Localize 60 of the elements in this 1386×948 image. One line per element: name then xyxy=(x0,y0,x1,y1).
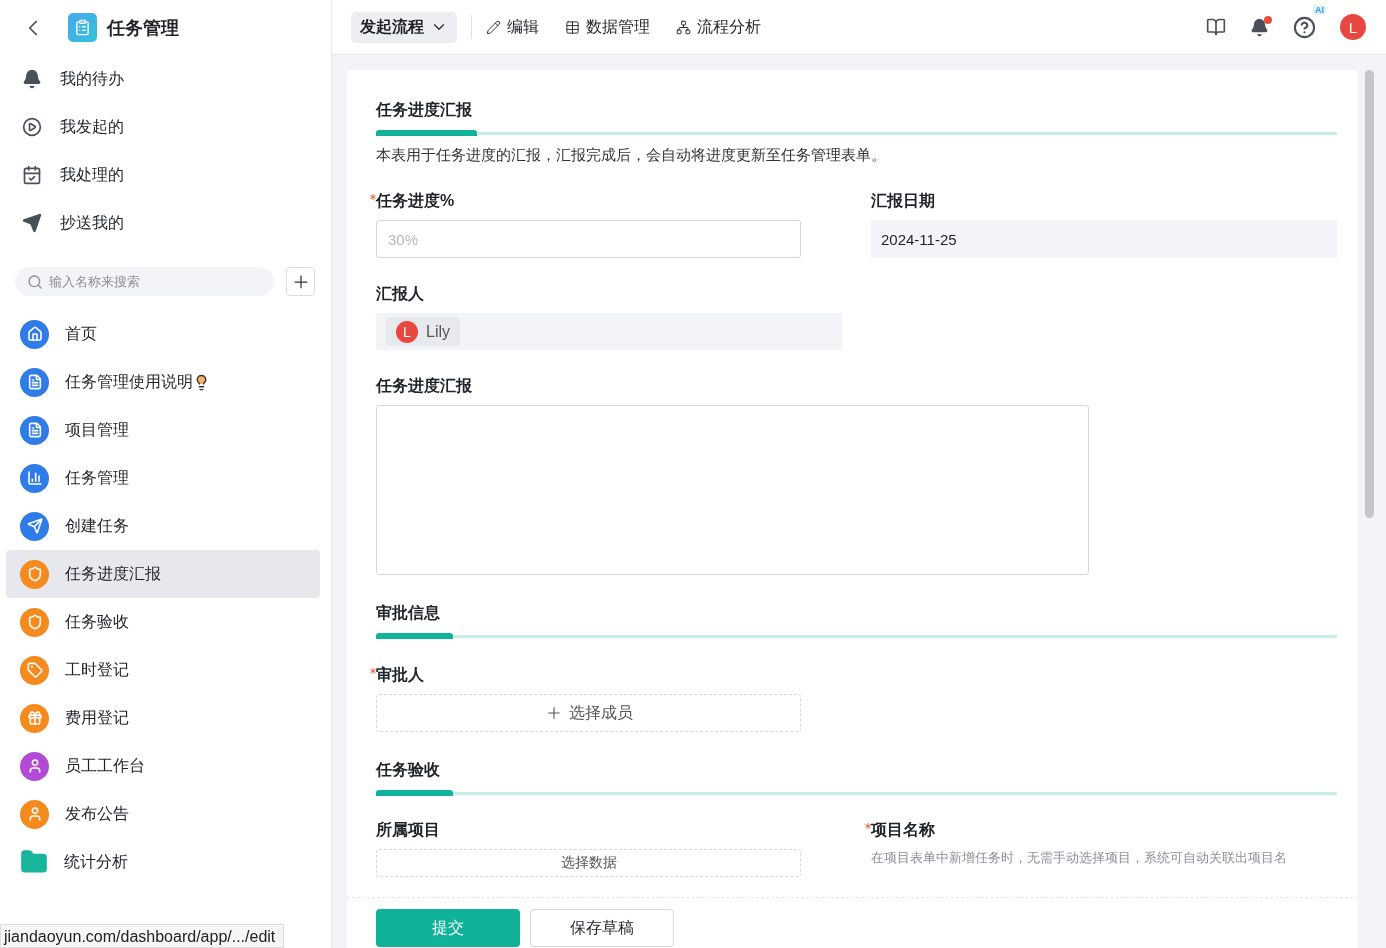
paper-plane-icon xyxy=(22,213,42,233)
field-label: 项目名称 xyxy=(865,820,1337,841)
select-member-button[interactable]: 选择成员 xyxy=(376,694,801,732)
field-label: 审批人 xyxy=(370,665,801,686)
nav-item[interactable]: 项目管理 xyxy=(6,406,320,454)
nav-item[interactable]: 任务验收 xyxy=(6,598,320,646)
nav-item[interactable]: 费用登记 xyxy=(6,694,320,742)
toolbar-button[interactable]: 流程分析 xyxy=(676,16,761,38)
add-button[interactable] xyxy=(286,267,315,296)
ai-badge: AI xyxy=(1313,4,1326,15)
required-icon xyxy=(865,823,871,829)
search-icon xyxy=(27,273,43,290)
help-icon[interactable] xyxy=(1293,15,1316,39)
form-description: 本表用于任务进度的汇报，汇报完成后，会自动将进度更新至任务管理表单。 xyxy=(376,146,887,165)
field-label: 任务进度汇报 xyxy=(376,376,473,396)
nav-item[interactable]: 创建任务 xyxy=(6,502,320,550)
field-label: 汇报人 xyxy=(376,284,425,304)
status-url: jiandaoyun.com/dashboard/app/.../edit xyxy=(0,924,285,948)
pencil-icon xyxy=(486,19,501,35)
app-logo-icon xyxy=(68,13,97,42)
date-field: 2024-11-25 xyxy=(871,220,1337,258)
nav-item[interactable]: 我的待办 xyxy=(0,55,331,103)
nav-item[interactable]: 工时登记 xyxy=(6,646,320,694)
nav-item[interactable]: 首页 xyxy=(6,310,320,358)
user-avatar: L xyxy=(396,320,418,343)
scrollbar-thumb[interactable] xyxy=(1365,70,1374,518)
toolbar-button[interactable]: 数据管理 xyxy=(565,16,650,38)
nav-item[interactable]: 我处理的 xyxy=(0,151,331,199)
bell-icon xyxy=(22,69,42,89)
nav-item[interactable]: 任务管理使用说明 xyxy=(6,358,320,406)
user-chip: L Lily xyxy=(386,317,460,346)
nav-item[interactable]: 任务进度汇报 xyxy=(6,550,320,598)
required-icon xyxy=(370,668,376,674)
app-title: 任务管理 xyxy=(107,16,179,40)
toolbar-button[interactable]: 编辑 xyxy=(486,16,539,38)
play-icon xyxy=(22,117,42,137)
nav-item[interactable]: 任务管理 xyxy=(6,454,320,502)
select-data-button[interactable]: 选择数据 xyxy=(376,849,801,877)
nav-item[interactable]: 统计分析 xyxy=(6,838,320,886)
bell-icon[interactable] xyxy=(1250,17,1269,37)
start-process-dropdown[interactable]: 发起流程 xyxy=(351,11,457,43)
nav-item[interactable]: 抄送我的 xyxy=(0,199,331,247)
field-hint: 在项目表单中新增任务时，无需手动选择项目，系统可自动关联出项目名 xyxy=(871,849,1288,867)
nav-item[interactable]: 我发起的 xyxy=(0,103,331,151)
field-label: 任务进度% xyxy=(370,191,801,212)
section-title: 审批信息 xyxy=(376,603,441,623)
required-icon xyxy=(370,194,376,200)
section-title: 任务进度汇报 xyxy=(376,100,473,120)
table-icon xyxy=(565,19,580,35)
hierarchy-icon xyxy=(676,19,691,35)
calendar-check-icon xyxy=(22,165,42,185)
nav-item[interactable]: 发布公告 xyxy=(6,790,320,838)
field-label: 所属项目 xyxy=(376,820,441,840)
nav-item[interactable]: 员工工作台 xyxy=(6,742,320,790)
save-draft-button[interactable]: 保存草稿 xyxy=(530,909,674,947)
notebook-icon[interactable] xyxy=(1206,17,1226,37)
field-label: 汇报日期 xyxy=(871,191,936,211)
user-avatar[interactable]: L xyxy=(1340,14,1366,40)
section-title: 任务验收 xyxy=(376,760,441,780)
progress-input[interactable]: 30% xyxy=(376,220,801,258)
